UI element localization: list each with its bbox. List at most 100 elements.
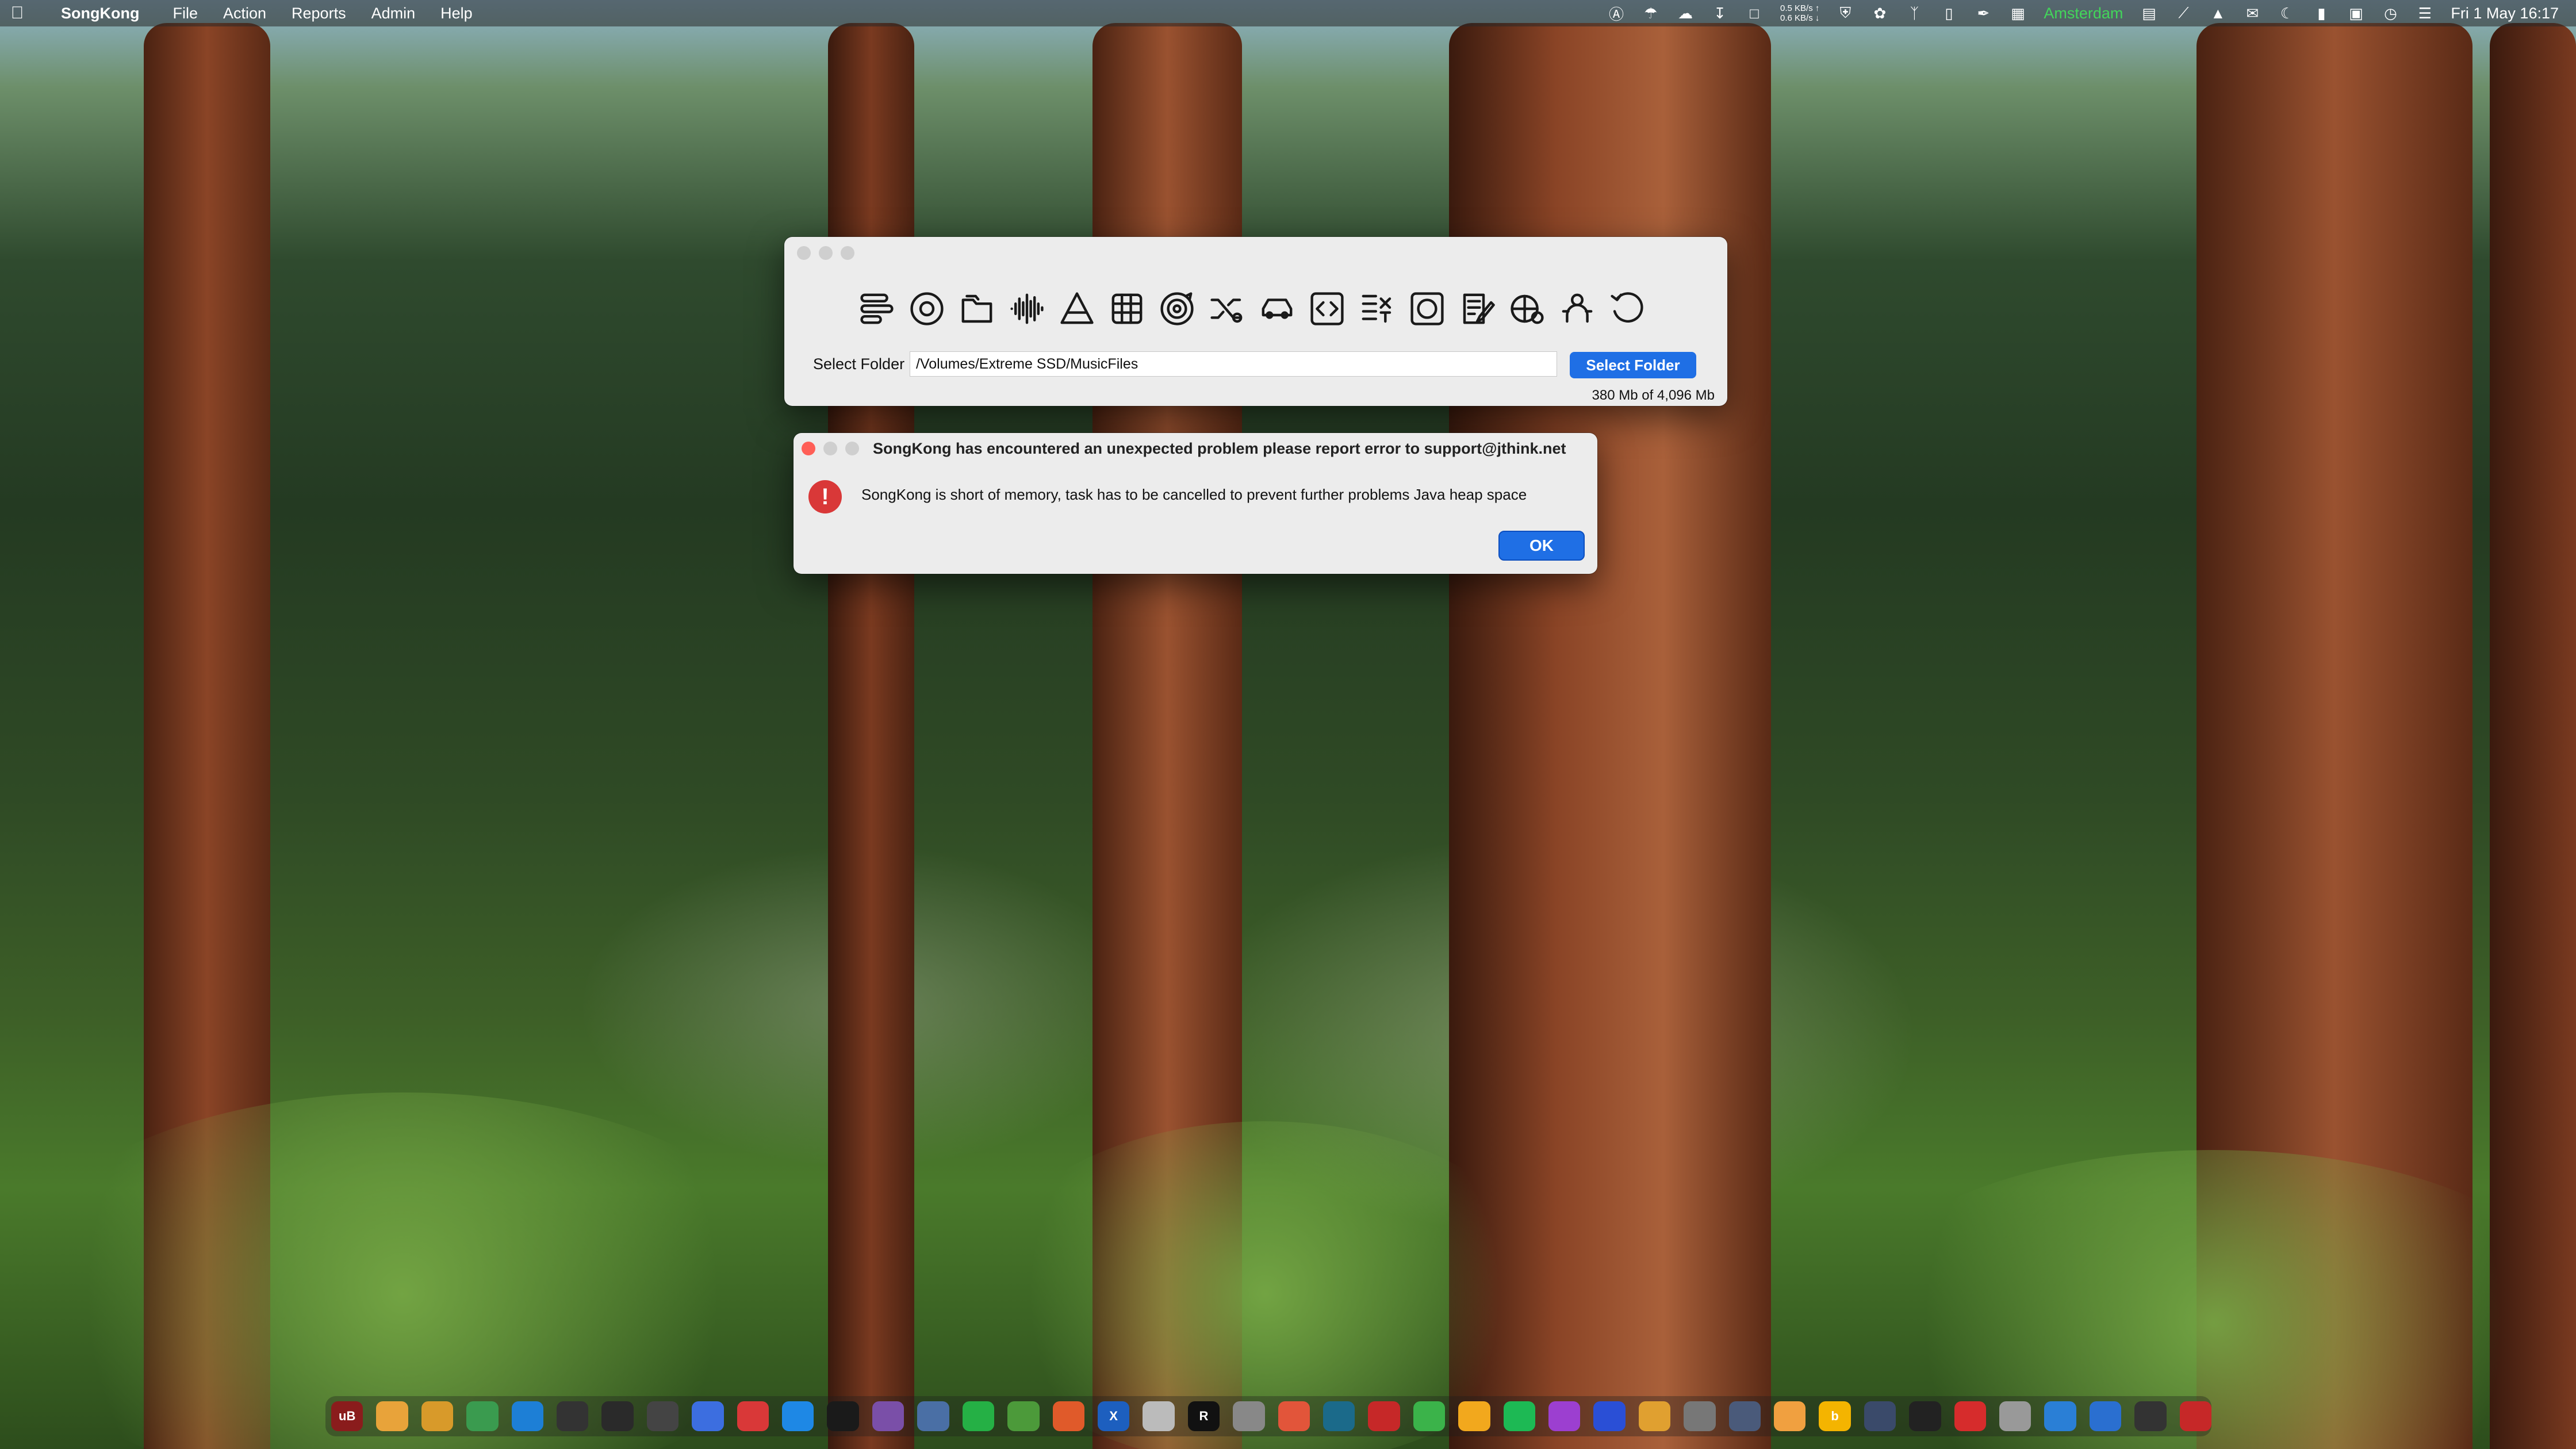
network-speed[interactable]: 0.5 KB/s ↑ 0.6 KB/s ↓ <box>1780 3 1819 23</box>
artist-button[interactable] <box>1557 289 1597 329</box>
download-icon[interactable]: ↧ <box>1711 5 1728 22</box>
disc-button[interactable] <box>1406 289 1447 329</box>
menu-app-name[interactable]: SongKong <box>61 5 139 22</box>
cloud-icon[interactable]: ☁ <box>1677 5 1694 22</box>
dock-app-26-icon[interactable] <box>1458 1401 1490 1431</box>
delete-duplicates-button[interactable] <box>1056 289 1097 329</box>
dock-app-24-icon[interactable] <box>1368 1401 1400 1431</box>
code-button[interactable] <box>1306 289 1347 329</box>
chat-icon[interactable]: ✉ <box>2244 5 2261 22</box>
dock-chrome-icon[interactable] <box>466 1401 499 1431</box>
menu-action[interactable]: Action <box>223 5 266 22</box>
dock-app-17-icon[interactable] <box>1052 1401 1084 1431</box>
dock-app-12-icon[interactable] <box>827 1401 859 1431</box>
dialog-zoom-button[interactable] <box>845 442 859 455</box>
dock-app-10-icon[interactable] <box>737 1401 769 1431</box>
trash-status-icon[interactable]: ▲ <box>2209 5 2226 22</box>
calendar-button[interactable] <box>1106 289 1147 329</box>
meter-icon[interactable]: ▮ <box>2313 5 2330 22</box>
dock-app-7-icon[interactable] <box>601 1401 634 1431</box>
dialog-minimize-button[interactable] <box>823 442 837 455</box>
dock-app-32-icon[interactable] <box>1728 1401 1761 1431</box>
dock-app-5-icon[interactable] <box>511 1401 544 1431</box>
dock-app-25-icon[interactable] <box>1413 1401 1446 1431</box>
undo-button[interactable] <box>1607 289 1647 329</box>
shield-icon[interactable]: ⛨ <box>1837 4 1854 22</box>
dialog-close-button[interactable] <box>802 442 815 455</box>
shuffle-button[interactable] <box>1206 289 1247 329</box>
dock-xcode-icon[interactable]: X <box>1097 1401 1130 1431</box>
umbrella-icon[interactable]: ☂ <box>1642 5 1659 22</box>
folder-path-field[interactable]: /Volumes/Extreme SSD/MusicFiles <box>910 351 1557 377</box>
edit-note-button[interactable] <box>1456 289 1497 329</box>
clock-icon[interactable]: ◷ <box>2382 5 2399 22</box>
dock-app-16-icon[interactable] <box>1007 1401 1040 1431</box>
dock-app-30-icon[interactable] <box>1638 1401 1671 1431</box>
match-button[interactable] <box>906 289 947 329</box>
dock-app-41-icon[interactable] <box>2134 1401 2167 1431</box>
fan-icon[interactable]: ✿ <box>1871 5 1888 22</box>
dock-app-22-icon[interactable] <box>1278 1401 1310 1431</box>
globe-button[interactable] <box>1506 289 1547 329</box>
dock-app-35-icon[interactable] <box>1864 1401 1896 1431</box>
shuffle-icon <box>1210 298 1242 323</box>
minimize-button[interactable] <box>819 246 833 260</box>
b-app-icon[interactable]: ▤ <box>2140 5 2157 22</box>
dock-app-29-icon[interactable] <box>1593 1401 1626 1431</box>
menu-reports[interactable]: Reports <box>292 5 346 22</box>
dock-app-39-icon[interactable] <box>2044 1401 2076 1431</box>
dock-app-36-icon[interactable] <box>1909 1401 1941 1431</box>
zoom-button[interactable] <box>841 246 854 260</box>
acoustic-button[interactable] <box>1006 289 1047 329</box>
status-button[interactable] <box>856 289 897 329</box>
dock-app-33-icon[interactable] <box>1774 1401 1806 1431</box>
select-folder-button[interactable]: Select Folder <box>1570 352 1696 378</box>
grid-icon[interactable]: ▦ <box>2009 5 2026 22</box>
rotate-button[interactable] <box>1156 289 1197 329</box>
dock-app-9-icon[interactable] <box>692 1401 724 1431</box>
menu-help[interactable]: Help <box>440 5 473 22</box>
dock-app-3-icon[interactable] <box>421 1401 454 1431</box>
dock-app-21-icon[interactable] <box>1233 1401 1265 1431</box>
battery-icon[interactable]: ▯ <box>1940 5 1957 22</box>
dock-app-42-icon[interactable] <box>2179 1401 2212 1431</box>
folder-button[interactable] <box>956 289 997 329</box>
menu-file[interactable]: File <box>172 5 198 22</box>
apple-menu-icon[interactable]:  <box>0 3 34 23</box>
ok-button[interactable]: OK <box>1498 531 1585 561</box>
vpn-location[interactable]: Amsterdam <box>2044 5 2123 22</box>
dock-app-28-icon[interactable] <box>1548 1401 1581 1431</box>
pdf-icon[interactable]: ▣ <box>2347 5 2364 22</box>
close-button[interactable] <box>797 246 811 260</box>
tag-icon[interactable]: □ <box>1746 5 1763 22</box>
menu-admin[interactable]: Admin <box>371 5 416 22</box>
dock-app-20-icon[interactable]: R <box>1187 1401 1220 1431</box>
dock-app-34-icon[interactable]: b <box>1819 1401 1851 1431</box>
edit-list-button[interactable] <box>1356 289 1397 329</box>
dock-app-store-icon[interactable] <box>782 1401 814 1431</box>
dock-ublock-icon[interactable]: uB <box>331 1401 363 1431</box>
dock-spotify-icon[interactable] <box>1503 1401 1535 1431</box>
dock-app-23-icon[interactable] <box>1322 1401 1355 1431</box>
dock-app-13-icon[interactable] <box>872 1401 904 1431</box>
dock-app-40-icon[interactable] <box>2089 1401 2122 1431</box>
menu-datetime[interactable]: Fri 1 May 16:17 <box>2451 5 2559 22</box>
slash-icon[interactable]: ⟋ <box>2175 4 2192 22</box>
bluetooth-icon[interactable]: ᛉ <box>1906 5 1923 22</box>
dialog-window-controls <box>802 442 859 455</box>
moon-icon[interactable]: ☾ <box>2278 5 2295 22</box>
dock-app-8-icon[interactable] <box>646 1401 679 1431</box>
dock-whatsapp-icon[interactable] <box>962 1401 995 1431</box>
dock-app-2-icon[interactable] <box>376 1401 408 1431</box>
accessibility-icon[interactable]: Ⓐ <box>1608 5 1625 23</box>
dock-app-6-icon[interactable] <box>557 1401 589 1431</box>
dock-app-31-icon[interactable] <box>1684 1401 1716 1431</box>
dock-app-14-icon[interactable] <box>917 1401 949 1431</box>
dock-trash-icon[interactable] <box>1999 1401 2031 1431</box>
brush-icon[interactable]: ✒ <box>1975 5 1992 22</box>
dialog-title: SongKong has encountered an unexpected p… <box>873 440 1566 457</box>
dock-app-19-icon[interactable] <box>1143 1401 1175 1431</box>
dock-app-37-icon[interactable] <box>1954 1401 1987 1431</box>
control-center-icon[interactable]: ☰ <box>2416 5 2433 22</box>
car-button[interactable] <box>1256 289 1297 329</box>
